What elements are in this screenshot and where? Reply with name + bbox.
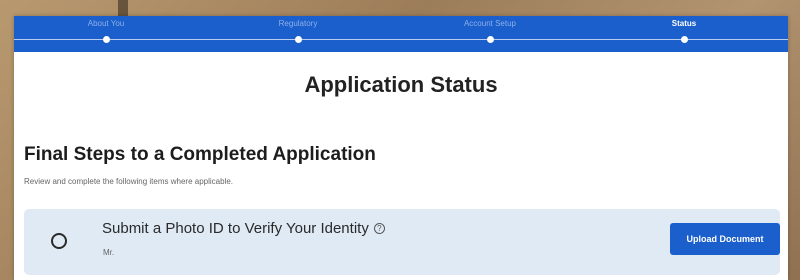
step-dot [103, 36, 110, 43]
page-title: Application Status [304, 72, 498, 97]
upload-document-button[interactable]: Upload Document [670, 223, 780, 255]
step-account-setup[interactable]: Account Setup [430, 16, 550, 52]
step-status[interactable]: Status [624, 16, 744, 52]
step-regulatory[interactable]: Regulatory [238, 16, 358, 52]
step-dot [487, 36, 494, 43]
step-dot [681, 36, 688, 43]
task-status-radio[interactable] [51, 233, 67, 249]
step-dot [295, 36, 302, 43]
step-label: Regulatory [278, 19, 318, 28]
step-label: Account Setup [463, 19, 517, 28]
task-title-row: Submit a Photo ID to Verify Your Identit… [102, 220, 385, 237]
task-subtitle: Mr. [103, 248, 115, 257]
step-label: Status [671, 19, 697, 28]
task-title: Submit a Photo ID to Verify Your Identit… [102, 220, 369, 237]
step-about-you[interactable]: About You [46, 16, 166, 52]
section-title: Final Steps to a Completed Application [24, 144, 376, 165]
application-window: About You Regulatory Account Setup Statu… [14, 16, 788, 280]
progress-stepper: About You Regulatory Account Setup Statu… [14, 16, 788, 52]
section-subtitle: Review and complete the following items … [24, 177, 233, 186]
step-label: About You [87, 19, 125, 28]
task-card-photo-id: Submit a Photo ID to Verify Your Identit… [24, 209, 780, 275]
help-icon[interactable]: ? [373, 223, 385, 234]
